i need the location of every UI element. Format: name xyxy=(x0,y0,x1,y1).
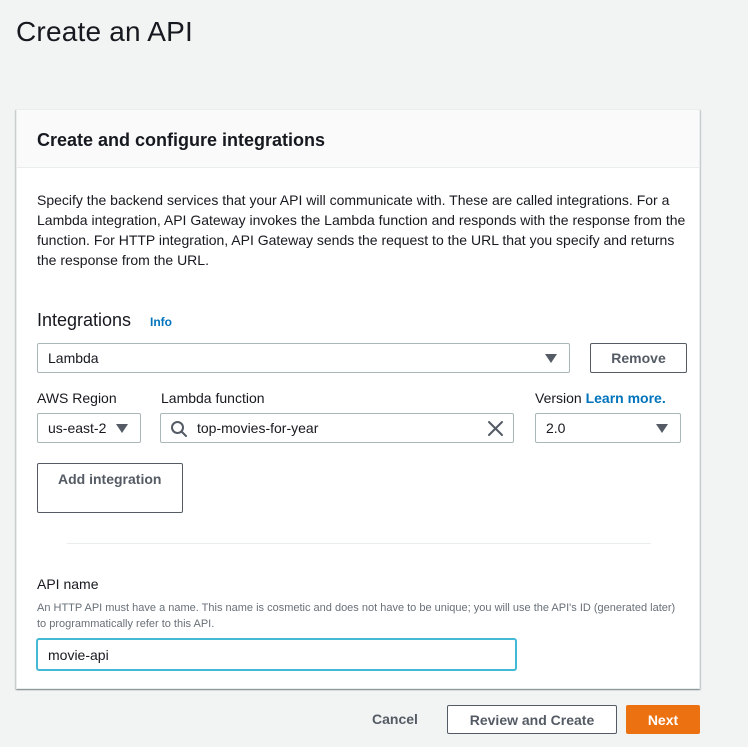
version-value: 2.0 xyxy=(546,420,566,436)
learn-more-link[interactable]: Learn more. xyxy=(586,390,666,406)
panel-description: Specify the backend services that your A… xyxy=(37,192,686,268)
integration-type-value: Lambda xyxy=(48,350,99,366)
search-icon xyxy=(171,421,187,437)
version-label-row: Version Learn more. xyxy=(535,390,666,406)
panel-title: Create and configure integrations xyxy=(37,130,326,150)
version-label: Version xyxy=(535,390,582,406)
review-and-create-button[interactable]: Review and Create xyxy=(447,705,617,734)
integrations-heading: Integrations xyxy=(37,310,132,330)
api-name-input[interactable] xyxy=(37,639,516,670)
remove-button[interactable]: Remove xyxy=(590,343,687,373)
add-integration-button[interactable]: Add integration xyxy=(37,463,183,513)
region-value: us-east-2 xyxy=(48,420,107,436)
integrations-panel: Create and configure integrations Specif… xyxy=(16,109,700,689)
integration-type-select[interactable]: Lambda xyxy=(37,343,570,373)
clear-icon[interactable] xyxy=(487,420,504,437)
api-name-hint: An HTTP API must have a name. This name … xyxy=(37,602,676,630)
info-link[interactable]: Info xyxy=(150,315,172,329)
lambda-function-search[interactable]: top-movies-for-year xyxy=(160,413,514,443)
caret-down-icon xyxy=(545,354,557,363)
caret-down-icon xyxy=(116,424,128,433)
region-select[interactable]: us-east-2 xyxy=(37,413,141,443)
version-select[interactable]: 2.0 xyxy=(535,413,681,443)
panel-header: Create and configure integrations xyxy=(17,110,699,168)
page-title: Create an API xyxy=(16,16,193,47)
function-label: Lambda function xyxy=(161,390,265,406)
caret-down-icon xyxy=(656,424,668,433)
api-name-label: API name xyxy=(37,576,99,592)
divider xyxy=(67,543,651,544)
region-label: AWS Region xyxy=(37,390,117,406)
lambda-function-value: top-movies-for-year xyxy=(197,420,319,436)
next-button[interactable]: Next xyxy=(626,705,700,734)
cancel-button[interactable]: Cancel xyxy=(372,711,418,727)
